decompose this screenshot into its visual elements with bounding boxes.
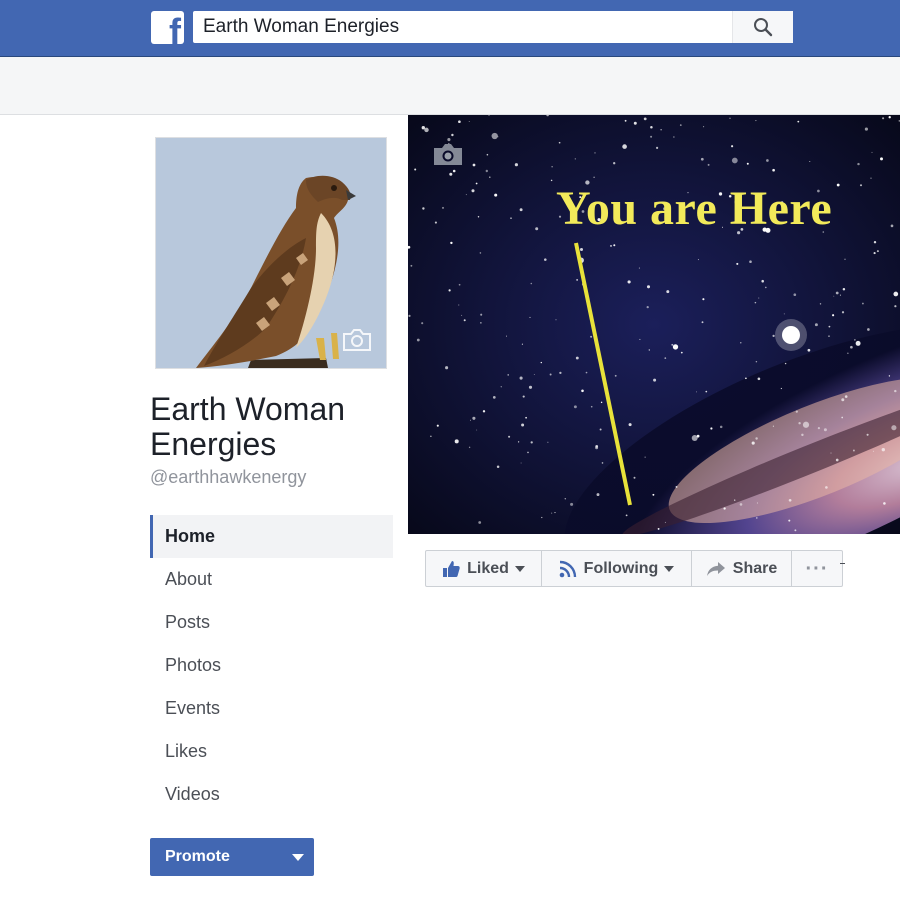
profile-picture[interactable]: [156, 138, 386, 368]
facebook-f-icon[interactable]: f: [151, 11, 184, 44]
share-button[interactable]: Share: [692, 551, 792, 586]
search-icon: [754, 18, 773, 37]
logo-letter: f: [169, 11, 181, 45]
more-dots-icon: ···: [805, 557, 829, 580]
thumbs-up-icon: [443, 560, 460, 577]
camera-icon[interactable]: [342, 328, 372, 352]
nav-item-home[interactable]: Home: [150, 515, 393, 558]
liked-button[interactable]: Liked: [426, 551, 542, 586]
nav-item-photos[interactable]: Photos: [150, 644, 393, 687]
cover-photo[interactable]: You are Here: [408, 115, 900, 534]
following-label: Following: [583, 559, 659, 577]
promote-button[interactable]: Promote: [150, 838, 314, 876]
search-box: [193, 11, 793, 43]
page-actions: Liked Following Share ···: [425, 550, 843, 587]
rss-icon: [559, 560, 576, 577]
promote-label: Promote: [165, 848, 230, 865]
page-handle[interactable]: @earthhawkenergy: [150, 467, 306, 488]
camera-icon[interactable]: [432, 141, 464, 167]
liked-label: Liked: [467, 559, 509, 577]
nav-item-videos[interactable]: Videos: [150, 773, 393, 816]
more-button[interactable]: ···: [792, 551, 842, 586]
cover-caption: You are Here: [556, 182, 833, 235]
following-button[interactable]: Following: [542, 551, 692, 586]
share-label: Share: [732, 559, 778, 577]
secondary-bar: [0, 57, 900, 115]
nav-item-likes[interactable]: Likes: [150, 730, 393, 773]
galaxy-image: [408, 115, 900, 534]
page-title: Earth Woman Energies: [150, 391, 346, 462]
nav-item-about[interactable]: About: [150, 558, 393, 601]
divider: [840, 563, 845, 564]
chevron-down-icon: [664, 565, 675, 572]
page-nav: Home About Posts Photos Events Likes Vid…: [150, 515, 393, 816]
chevron-down-icon[interactable]: [292, 854, 304, 861]
top-bar: f: [0, 0, 900, 57]
search-input[interactable]: [193, 11, 731, 43]
chevron-down-icon: [514, 565, 525, 572]
nav-item-events[interactable]: Events: [150, 687, 393, 730]
search-button[interactable]: [732, 11, 793, 43]
nav-item-posts[interactable]: Posts: [150, 601, 393, 644]
share-arrow-icon: [706, 561, 725, 576]
